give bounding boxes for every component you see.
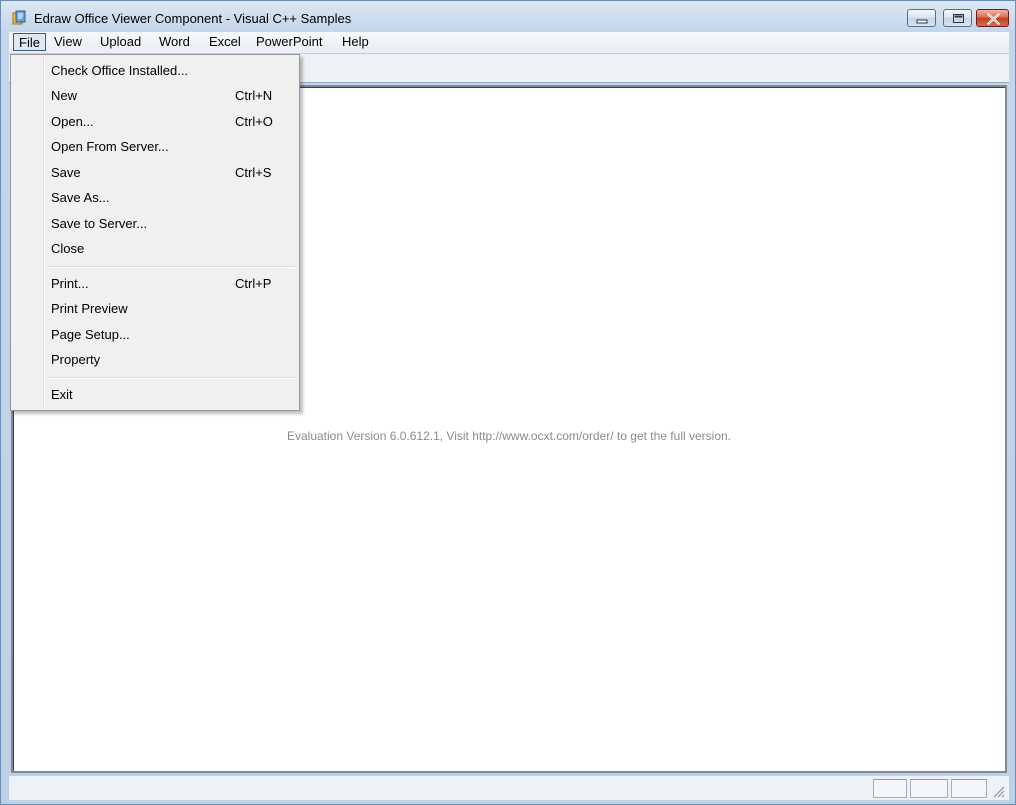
menu-item-label: Print Preview [51, 301, 128, 316]
menu-item-label: Close [51, 241, 85, 256]
status-pane-1 [873, 779, 907, 798]
menu-item-save[interactable]: Save Ctrl+S [13, 160, 297, 184]
maximize-icon [953, 14, 964, 23]
menu-item-close[interactable]: Close [13, 236, 297, 260]
menu-separator [47, 266, 295, 268]
menu-item-save-as[interactable]: Save As... [13, 185, 297, 209]
menu-item-shortcut: Ctrl+S [235, 165, 272, 180]
status-bar [9, 776, 1009, 800]
window-title: Edraw Office Viewer Component - Visual C… [34, 11, 352, 26]
menu-item-label: New [51, 88, 78, 103]
app-icon[interactable] [11, 10, 27, 26]
menu-item-label: Property [51, 352, 101, 367]
menu-item-shortcut: Ctrl+P [235, 276, 272, 291]
menu-item-open[interactable]: Open... Ctrl+O [13, 109, 297, 133]
menu-powerpoint[interactable]: PowerPoint [251, 33, 327, 51]
menu-item-label: Open From Server... [51, 139, 169, 154]
menu-item-page-setup[interactable]: Page Setup... [13, 322, 297, 346]
menu-item-print-preview[interactable]: Print Preview [13, 296, 297, 320]
menu-item-label: Save [51, 165, 81, 180]
maximize-button[interactable] [943, 9, 972, 27]
menu-help[interactable]: Help [337, 33, 374, 51]
menu-item-shortcut: Ctrl+O [235, 114, 273, 129]
minimize-icon [916, 19, 928, 24]
menu-item-exit[interactable]: Exit [13, 382, 297, 406]
status-pane-3 [951, 779, 987, 798]
menu-upload[interactable]: Upload [95, 33, 146, 51]
menu-item-label: Page Setup... [51, 327, 130, 342]
menu-file[interactable]: File [13, 33, 46, 51]
menu-item-print[interactable]: Print... Ctrl+P [13, 271, 297, 295]
menu-view[interactable]: View [49, 33, 87, 51]
title-bar[interactable]: Edraw Office Viewer Component - Visual C… [1, 1, 1015, 33]
menu-item-new[interactable]: New Ctrl+N [13, 83, 297, 107]
menu-item-label: Check Office Installed... [51, 63, 189, 78]
close-button[interactable] [976, 9, 1009, 27]
resize-grip-icon[interactable] [991, 784, 1005, 798]
file-menu-dropdown: Check Office Installed... New Ctrl+N Ope… [10, 54, 300, 411]
menu-item-shortcut: Ctrl+N [235, 88, 273, 103]
minimize-button[interactable] [907, 9, 936, 27]
menu-item-label: Print... [51, 276, 89, 291]
menu-item-label: Save As... [51, 190, 110, 205]
menu-item-label: Exit [51, 387, 73, 402]
menu-excel[interactable]: Excel [204, 33, 246, 51]
menu-word[interactable]: Word [154, 33, 195, 51]
menu-item-label: Save to Server... [51, 216, 148, 231]
app-window: Edraw Office Viewer Component - Visual C… [0, 0, 1016, 805]
menu-item-label: Open... [51, 114, 94, 129]
evaluation-notice: Evaluation Version 6.0.612.1, Visit http… [286, 429, 731, 443]
menu-item-open-from-server[interactable]: Open From Server... [13, 134, 297, 158]
menu-item-check-office-installed[interactable]: Check Office Installed... [13, 58, 297, 82]
menu-item-save-to-server[interactable]: Save to Server... [13, 211, 297, 235]
menu-item-property[interactable]: Property [13, 347, 297, 371]
status-pane-2 [910, 779, 948, 798]
menu-separator [47, 377, 295, 379]
close-icon [987, 13, 1000, 25]
menu-bar: File View Upload Word Excel PowerPoint H… [9, 32, 1009, 54]
